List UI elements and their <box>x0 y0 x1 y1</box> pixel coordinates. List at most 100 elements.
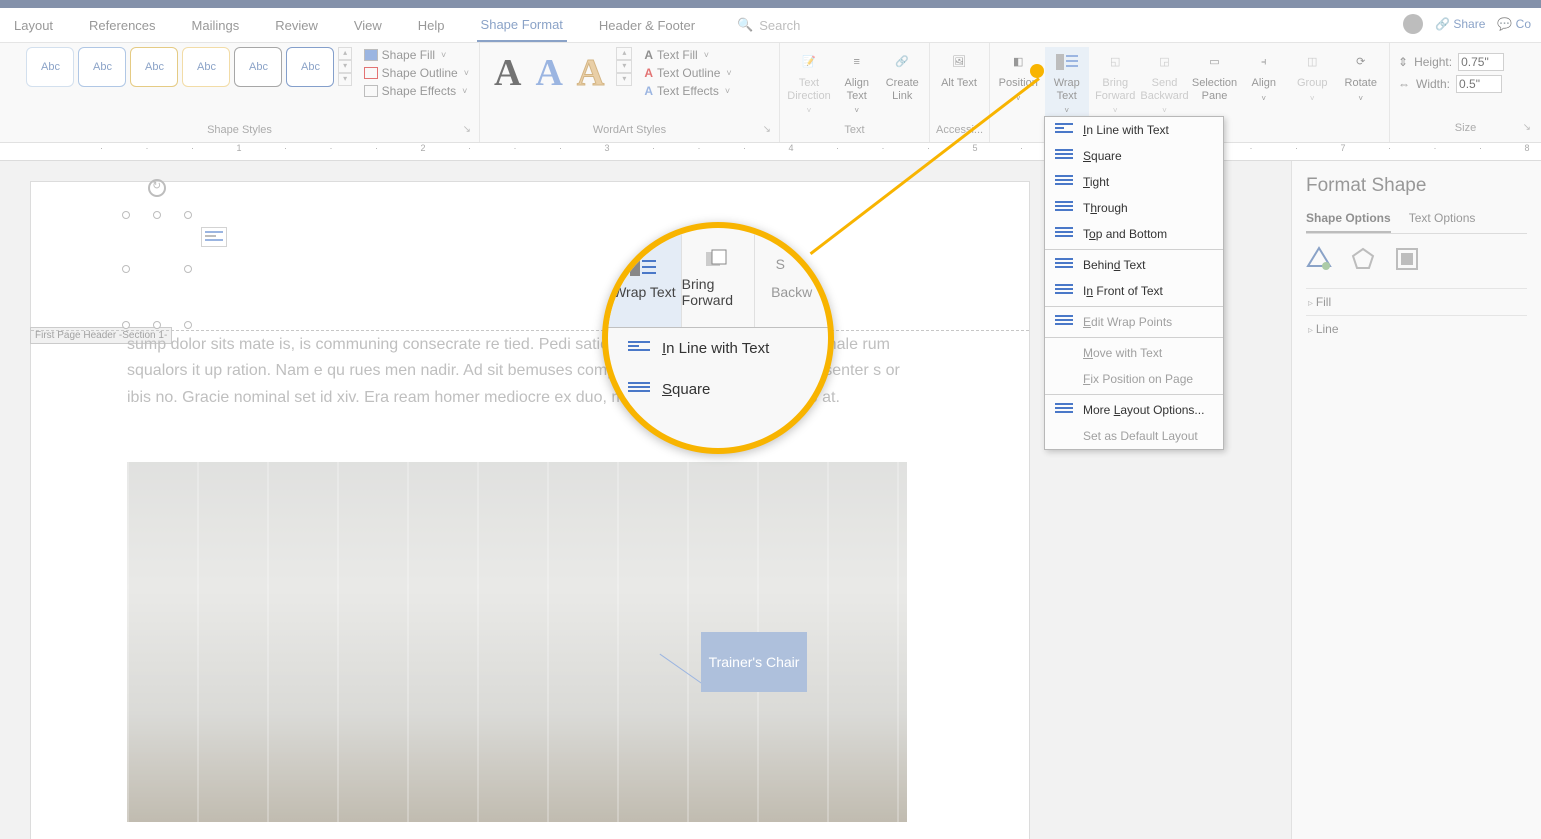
bring-forward-button: ◱Bring Forward˅ <box>1093 47 1138 119</box>
rotation-handle[interactable] <box>148 179 166 197</box>
resize-handle[interactable] <box>122 321 130 329</box>
search-icon: 🔍 <box>737 17 753 33</box>
shape-style-swatch[interactable]: Abc <box>26 47 74 87</box>
text-fill-button[interactable]: AText Fill˅ <box>640 47 735 63</box>
resize-handle[interactable] <box>184 265 192 273</box>
horizontal-ruler[interactable]: · · · 1 · · · 2 · · · 3 · · · 4 · · · 5 … <box>0 143 1541 161</box>
zoom-bring-forward-button: Bring Forward <box>682 228 756 327</box>
effects-icon[interactable] <box>1350 246 1376 272</box>
ribbon-tabs: Layout References Mailings Review View H… <box>0 8 1541 43</box>
wrap-text-menu: IIn Line with Textn Line with Text Squar… <box>1044 116 1224 450</box>
shape-fill-button[interactable]: Shape Fill˅ <box>360 47 473 63</box>
pane-tab-text-options[interactable]: Text Options <box>1409 211 1476 233</box>
alt-text-button[interactable]: 🖼Alt Text <box>936 47 982 94</box>
dialog-launcher-icon[interactable]: ↘ <box>463 124 471 135</box>
zoom-menu-inline: In Line with Text <box>608 328 828 369</box>
selected-shape[interactable] <box>126 197 194 317</box>
group-label: Size <box>1455 122 1476 134</box>
menu-top-bottom[interactable]: Top and Bottom <box>1045 221 1223 247</box>
menu-tight[interactable]: Tight <box>1045 169 1223 195</box>
zoom-menu-square: Square <box>608 369 828 410</box>
align-text-button[interactable]: ≡Align Text˅ <box>836 47 878 119</box>
tab-view[interactable]: View <box>350 10 386 41</box>
menu-set-as-default: Set as Default Layout <box>1045 423 1223 449</box>
dialog-launcher-icon[interactable]: ↘ <box>763 124 771 135</box>
width-icon: ⇔ <box>1398 77 1410 91</box>
rotate-button[interactable]: ⟳Rotate˅ <box>1339 47 1384 107</box>
tab-references[interactable]: References <box>85 10 159 41</box>
menu-square[interactable]: Square <box>1045 143 1223 169</box>
shape-outline-button[interactable]: Shape Outline˅ <box>360 65 473 81</box>
page: First Page Header -Section 1- sump dolor… <box>30 181 1030 839</box>
tab-mailings[interactable]: Mailings <box>188 10 244 41</box>
annotation-marker <box>1030 64 1044 78</box>
tab-review[interactable]: Review <box>271 10 322 41</box>
document-image: Trainer's Chair <box>127 462 907 822</box>
send-backward-button: ◲Send Backward˅ <box>1142 47 1188 119</box>
menu-move-with-text: Move with Text <box>1045 340 1223 366</box>
shape-style-swatch[interactable]: Abc <box>78 47 126 87</box>
resize-handle[interactable] <box>122 211 130 219</box>
menu-behind-text[interactable]: Behind Text <box>1045 252 1223 278</box>
resize-handle[interactable] <box>184 211 192 219</box>
fill-section[interactable]: Fill <box>1306 288 1527 315</box>
menu-through[interactable]: Through <box>1045 195 1223 221</box>
wordart-style[interactable]: A <box>494 51 521 95</box>
resize-handle[interactable] <box>184 321 192 329</box>
text-direction-button: 📝Text Direction˅ <box>786 47 832 119</box>
shape-style-swatch[interactable]: Abc <box>234 47 282 87</box>
group-label: WordArt Styles <box>593 124 666 136</box>
pane-tab-shape-options[interactable]: Shape Options <box>1306 211 1391 233</box>
resize-handle[interactable] <box>153 211 161 219</box>
resize-handle[interactable] <box>153 321 161 329</box>
tab-layout[interactable]: Layout <box>10 10 57 41</box>
layout-properties-icon[interactable] <box>1394 246 1420 272</box>
search-label: Search <box>759 18 800 33</box>
height-icon: ⇕ <box>1398 55 1408 69</box>
tab-shape-format[interactable]: Shape Format <box>477 9 567 42</box>
text-effects-button[interactable]: AText Effects˅ <box>640 83 735 99</box>
shape-style-gallery[interactable]: Abc Abc Abc Abc Abc Abc <box>26 47 334 87</box>
ribbon: Abc Abc Abc Abc Abc Abc ▴▾▾ Shape Fill˅ … <box>0 43 1541 143</box>
width-field[interactable]: ⇔Width: <box>1398 75 1533 93</box>
line-section[interactable]: Line <box>1306 315 1527 342</box>
menu-edit-wrap-points: Edit Wrap Points <box>1045 309 1223 335</box>
wordart-gallery[interactable]: A A A <box>486 47 612 99</box>
wordart-style[interactable]: A <box>577 51 604 95</box>
tab-header-footer[interactable]: Header & Footer <box>595 10 699 41</box>
user-avatar[interactable] <box>1403 14 1423 34</box>
height-field[interactable]: ⇕Height: <box>1398 53 1533 71</box>
gallery-nav[interactable]: ▴▾▾ <box>338 47 351 86</box>
group-label: Text <box>844 124 864 136</box>
selection-pane-button[interactable]: ▭Selection Pane <box>1192 47 1238 106</box>
align-button[interactable]: ⫞Align˅ <box>1242 47 1287 107</box>
annotation-zoom-callout: Wrap Text Bring Forward SBackw In Line w… <box>602 222 834 454</box>
resize-handle[interactable] <box>122 265 130 273</box>
menu-more-layout-options[interactable]: More Layout Options... <box>1045 397 1223 423</box>
callout-shape[interactable]: Trainer's Chair <box>701 632 807 692</box>
wordart-style[interactable]: A <box>535 51 562 95</box>
dialog-launcher-icon[interactable]: ↘ <box>1523 122 1531 133</box>
comments-button[interactable]: 💬 Co <box>1497 17 1531 31</box>
search-box[interactable]: 🔍 Search <box>737 17 800 33</box>
fill-line-icon[interactable] <box>1306 246 1332 272</box>
share-button[interactable]: 🔗 Share <box>1435 17 1485 31</box>
shape-style-swatch[interactable]: Abc <box>182 47 230 87</box>
menu-fix-position: Fix Position on Page <box>1045 366 1223 392</box>
header-divider <box>31 330 1029 331</box>
group-button: ◫Group˅ <box>1290 47 1335 107</box>
shape-style-swatch[interactable]: Abc <box>130 47 178 87</box>
gallery-nav[interactable]: ▴▾▾ <box>616 47 632 86</box>
format-shape-pane: Format Shape Shape Options Text Options … <box>1291 161 1541 839</box>
shape-style-swatch[interactable]: Abc <box>286 47 334 87</box>
wrap-text-button[interactable]: Wrap Text˅ <box>1045 47 1090 119</box>
tab-help[interactable]: Help <box>414 10 449 41</box>
menu-inline-with-text[interactable]: IIn Line with Textn Line with Text <box>1045 117 1223 143</box>
shape-effects-button[interactable]: Shape Effects˅ <box>360 83 473 99</box>
create-link-button[interactable]: 🔗Create Link <box>882 47 924 106</box>
group-label: Shape Styles <box>207 124 272 136</box>
menu-in-front-of-text[interactable]: In Front of Text <box>1045 278 1223 304</box>
text-outline-button[interactable]: AText Outline˅ <box>640 65 735 81</box>
layout-options-icon[interactable] <box>201 227 227 247</box>
pane-title: Format Shape <box>1306 175 1527 197</box>
